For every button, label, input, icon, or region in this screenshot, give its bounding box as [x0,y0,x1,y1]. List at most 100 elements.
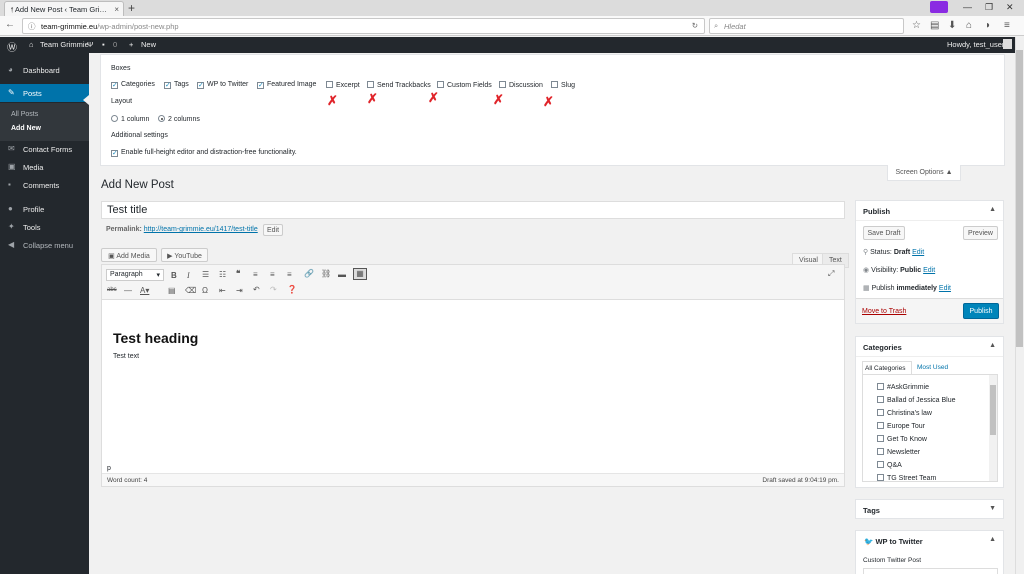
permalink-edit-button[interactable]: Edit [263,224,283,236]
radio[interactable] [158,115,165,122]
blockquote-icon[interactable]: ❝ [236,269,240,278]
collapse-arrow-icon[interactable]: ▲ [989,206,996,213]
tab-all-categories[interactable]: All Categories [862,361,912,374]
scrollbar[interactable] [989,375,997,481]
submenu-all-posts[interactable]: All Posts [0,108,89,122]
sidebar-item-profile[interactable]: ● Profile [0,200,89,218]
sidebar-item-tools[interactable]: ✦ Tools [0,218,89,236]
category-item[interactable]: Christina's law [877,409,932,417]
search-field[interactable]: ⌕ Hledat [709,18,904,34]
collapse-arrow-icon[interactable]: ▲ [989,342,996,349]
back-icon[interactable]: ← [5,19,15,30]
category-item[interactable]: TG Street Team [877,474,936,481]
numbered-list-icon[interactable]: ☷ [219,270,226,279]
minimize-icon[interactable]: — [963,2,972,12]
browser-tab[interactable]: 𝔣 Add New Post ‹ Team Gri… × [4,1,124,16]
outdent-icon[interactable]: ⇤ [219,286,226,295]
align-center-icon[interactable]: ≡ [270,270,275,279]
checkbox[interactable] [367,81,374,88]
schedule-edit-link[interactable]: Edit [939,285,951,292]
undo-icon[interactable]: ↶ [253,285,260,294]
category-item[interactable]: Get To Know [877,435,927,443]
site-name-link[interactable]: Team Grimmie [40,40,89,49]
checkbox[interactable] [551,81,558,88]
collapse-menu-button[interactable]: ◀ Collapse menu [0,236,89,254]
checkbox[interactable] [437,81,444,88]
status-edit-link[interactable]: Edit [912,249,924,256]
box-option-tags[interactable]: ✓ Tags [164,81,189,89]
link-icon[interactable]: 🔗 [304,269,314,278]
checkbox[interactable]: ✓ [111,150,118,157]
checkbox[interactable]: ✓ [257,82,264,89]
toolbar-toggle-icon[interactable]: ▦ [353,268,367,280]
publish-button[interactable]: Publish [963,303,999,319]
box-option-featured-image[interactable]: ✓ Featured Image [257,81,316,89]
sidebar-item-comments[interactable]: ▪ Comments [0,176,89,194]
pocket-icon[interactable]: ◗ [985,20,991,31]
wordpress-logo-icon[interactable]: Ⓦ [7,39,17,54]
indent-icon[interactable]: ⇥ [236,286,243,295]
tags-box[interactable]: Tags ▼ [855,499,1004,519]
new-link[interactable]: New [141,40,156,49]
read-more-icon[interactable]: ▬ [338,270,346,279]
close-window-icon[interactable]: ✕ [1006,2,1014,13]
screen-options-tab[interactable]: Screen Options ▲ [887,165,961,181]
content-heading[interactable]: Test heading [113,330,198,346]
content-text[interactable]: Test text [113,353,139,360]
download-icon[interactable]: ⬇ [948,20,956,31]
checkbox[interactable]: ✓ [197,82,204,89]
visibility-edit-link[interactable]: Edit [923,267,935,274]
new-tab-button[interactable]: + [128,1,135,15]
sidebar-item-contact-forms[interactable]: ✉ Contact Forms [0,140,89,158]
box-option-wp-to-twitter[interactable]: ✓ WP to Twitter [197,81,248,89]
move-to-trash-link[interactable]: Move to Trash [862,308,906,315]
tab-close-icon[interactable]: × [114,5,119,14]
full-height-editor-option[interactable]: ✓ Enable full-height editor and distracti… [111,149,297,157]
comment-icon[interactable]: ▪ [102,40,105,49]
fullscreen-icon[interactable]: ⤢ [828,269,834,279]
box-option-discussion[interactable]: Discussion [499,81,543,89]
tab-most-used[interactable]: Most Used [917,364,948,371]
checkbox[interactable] [326,81,333,88]
sidebar-item-dashboard[interactable]: ◕ Dashboard [0,61,89,79]
unlink-icon[interactable]: ⛓ [321,269,331,278]
help-icon[interactable]: ❓ [287,285,297,294]
box-option-excerpt[interactable]: Excerpt [326,81,360,89]
layout-option-2-columns[interactable]: 2 columns [158,115,200,123]
horizontal-line-icon[interactable]: — [124,286,132,295]
checkbox[interactable]: ✓ [164,82,171,89]
box-option-slug[interactable]: Slug [551,81,575,89]
url-bar[interactable]: ⓘ team-grimmie.eu/wp-admin/post-new.php … [22,18,705,34]
category-item[interactable]: Q&A [877,461,902,469]
special-character-icon[interactable]: Ω [202,286,208,295]
align-left-icon[interactable]: ≡ [253,270,258,279]
add-media-button[interactable]: ▣ Add Media [101,248,157,262]
submenu-add-new[interactable]: Add New [0,122,89,136]
sidebar-item-media[interactable]: ▣ Media [0,158,89,176]
post-title-input[interactable]: Test title [101,201,845,219]
category-item[interactable]: Ballad of Jessica Blue [877,396,955,404]
info-icon[interactable]: ⓘ [28,21,36,32]
strikethrough-icon[interactable]: abc [107,287,117,293]
preview-button[interactable]: Preview [963,226,998,240]
avatar[interactable] [1003,39,1012,49]
box-option-send-trackbacks[interactable]: Send Trackbacks [367,81,431,89]
bookmark-star-icon[interactable]: ☆ [912,20,921,31]
category-item[interactable]: Europe Tour [877,422,925,430]
checkbox[interactable] [499,81,506,88]
paste-text-icon[interactable]: ▤ [168,286,176,295]
format-select[interactable]: Paragraph ▾ [106,269,164,281]
expand-arrow-icon[interactable]: ▼ [989,505,996,512]
collapse-arrow-icon[interactable]: ▲ [989,536,996,543]
layout-option-1-column[interactable]: 1 column [111,115,149,123]
radio[interactable] [111,115,118,122]
bold-icon[interactable]: B [171,271,177,280]
text-color-icon[interactable]: A▾ [140,286,149,295]
italic-icon[interactable]: I [187,271,190,280]
custom-twitter-post-input[interactable] [863,568,998,574]
save-draft-button[interactable]: Save Draft [863,226,905,240]
greeting[interactable]: Howdy, test_user [947,40,1004,49]
maximize-icon[interactable]: ❐ [985,2,993,13]
reading-list-icon[interactable]: ▤ [930,20,939,31]
scrollbar-thumb[interactable] [1016,50,1023,347]
